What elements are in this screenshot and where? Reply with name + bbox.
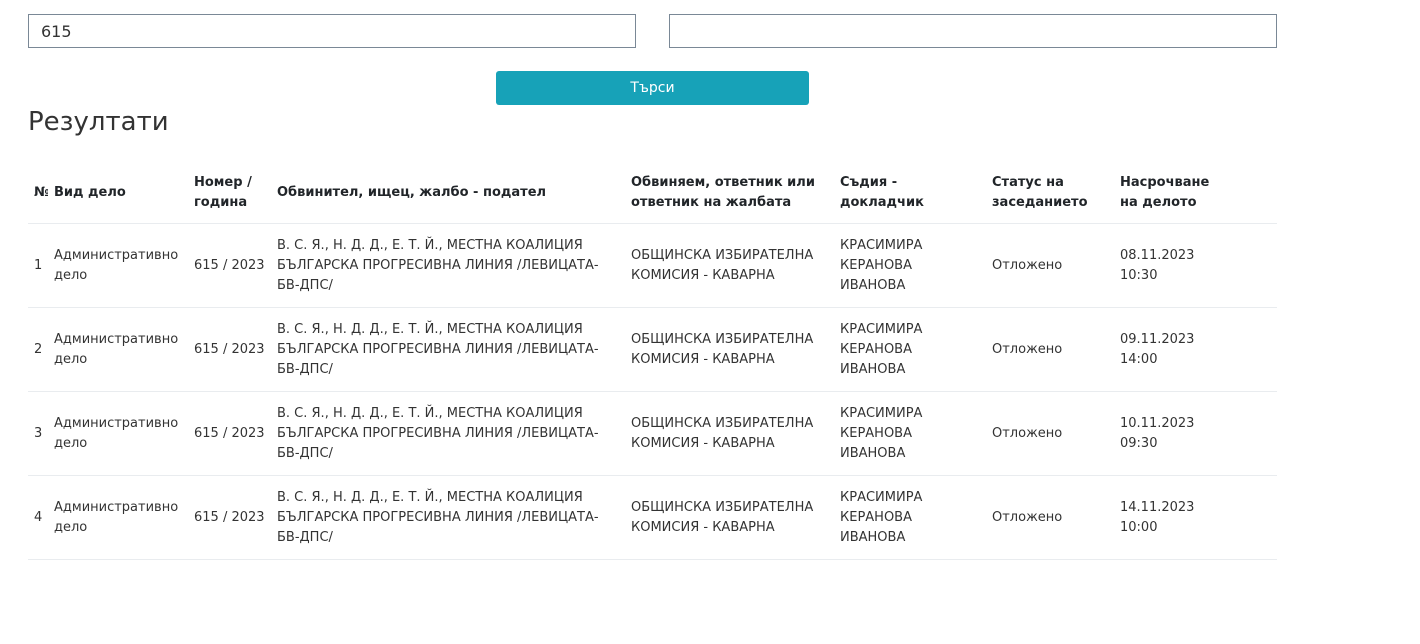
results-title: Резултати (28, 107, 169, 137)
scheduled-cell: 08.11.2023 10:30 (1114, 223, 1237, 308)
hall-cell (1237, 307, 1277, 392)
judge-cell: КРАСИМИРА КЕРАНОВА ИВАНОВА (834, 223, 986, 308)
defendant-cell: ОБЩИНСКА ИЗБИРАТЕЛНА КОМИСИЯ - КАВАРНА (625, 223, 834, 308)
column-header-judge: Съдия - докладчик (834, 163, 986, 224)
plaintiff-cell: В. С. Я., Н. Д. Д., Е. Т. Й., МЕСТНА КОА… (271, 307, 625, 392)
results-table-container: № Вид дело Номер / година Обвинител, ище… (28, 163, 1277, 560)
defendant-cell: ОБЩИНСКА ИЗБИРАТЕЛНА КОМИСИЯ - КАВАРНА (625, 307, 834, 392)
case-year-input[interactable] (669, 14, 1277, 48)
table-row: 2 Административно дело 615 / 2023 В. С. … (28, 307, 1277, 392)
status-cell: Отложено (986, 475, 1114, 560)
results-table-body: 1 Административно дело 615 / 2023 В. С. … (28, 223, 1277, 560)
results-table: № Вид дело Номер / година Обвинител, ище… (28, 163, 1277, 560)
judge-cell: КРАСИМИРА КЕРАНОВА ИВАНОВА (834, 475, 986, 560)
column-header-status: Статус на заседанието (986, 163, 1114, 224)
table-row: 4 Административно дело 615 / 2023 В. С. … (28, 475, 1277, 560)
number-year-cell: 615 / 2023 (188, 391, 271, 476)
number-year-cell: 615 / 2023 (188, 475, 271, 560)
number-year-cell: 615 / 2023 (188, 307, 271, 392)
plaintiff-cell: В. С. Я., Н. Д. Д., Е. Т. Й., МЕСТНА КОА… (271, 391, 625, 476)
results-table-header: № Вид дело Номер / година Обвинител, ище… (28, 163, 1277, 224)
table-header-row: № Вид дело Номер / година Обвинител, ище… (28, 163, 1277, 224)
hall-cell (1237, 391, 1277, 476)
column-header-number-year: Номер / година (188, 163, 271, 224)
search-button[interactable]: Търси (496, 71, 809, 105)
row-number: 1 (28, 223, 48, 308)
scheduled-cell: 09.11.2023 14:00 (1114, 307, 1237, 392)
status-cell: Отложено (986, 223, 1114, 308)
scheduled-cell: 14.11.2023 10:00 (1114, 475, 1237, 560)
column-header-plaintiff: Обвинител, ищец, жалбо - подател (271, 163, 625, 224)
row-number: 4 (28, 475, 48, 560)
judge-cell: КРАСИМИРА КЕРАНОВА ИВАНОВА (834, 391, 986, 476)
judge-cell: КРАСИМИРА КЕРАНОВА ИВАНОВА (834, 307, 986, 392)
column-header-defendant: Обвиняем, ответник или ответник на жалба… (625, 163, 834, 224)
table-row: 1 Административно дело 615 / 2023 В. С. … (28, 223, 1277, 308)
column-header-number: № (28, 163, 48, 224)
case-type-cell: Административно дело (48, 475, 188, 560)
hall-cell (1237, 475, 1277, 560)
plaintiff-cell: В. С. Я., Н. Д. Д., Е. Т. Й., МЕСТНА КОА… (271, 223, 625, 308)
case-type-cell: Административно дело (48, 223, 188, 308)
row-number: 3 (28, 391, 48, 476)
scheduled-cell: 10.11.2023 09:30 (1114, 391, 1237, 476)
status-cell: Отложено (986, 307, 1114, 392)
number-year-cell: 615 / 2023 (188, 223, 271, 308)
table-row: 3 Административно дело 615 / 2023 В. С. … (28, 391, 1277, 476)
hall-cell (1237, 223, 1277, 308)
court-case-search-page: Търси Резултати № Вид дело Номер / годин… (0, 0, 1420, 644)
defendant-cell: ОБЩИНСКА ИЗБИРАТЕЛНА КОМИСИЯ - КАВАРНА (625, 391, 834, 476)
case-type-cell: Административно дело (48, 307, 188, 392)
column-header-hall (1237, 163, 1277, 224)
status-cell: Отложено (986, 391, 1114, 476)
column-header-case-type: Вид дело (48, 163, 188, 224)
case-type-cell: Административно дело (48, 391, 188, 476)
column-header-scheduled: Насрочване на делото (1114, 163, 1237, 224)
plaintiff-cell: В. С. Я., Н. Д. Д., Е. Т. Й., МЕСТНА КОА… (271, 475, 625, 560)
defendant-cell: ОБЩИНСКА ИЗБИРАТЕЛНА КОМИСИЯ - КАВАРНА (625, 475, 834, 560)
row-number: 2 (28, 307, 48, 392)
case-number-input[interactable] (28, 14, 636, 48)
